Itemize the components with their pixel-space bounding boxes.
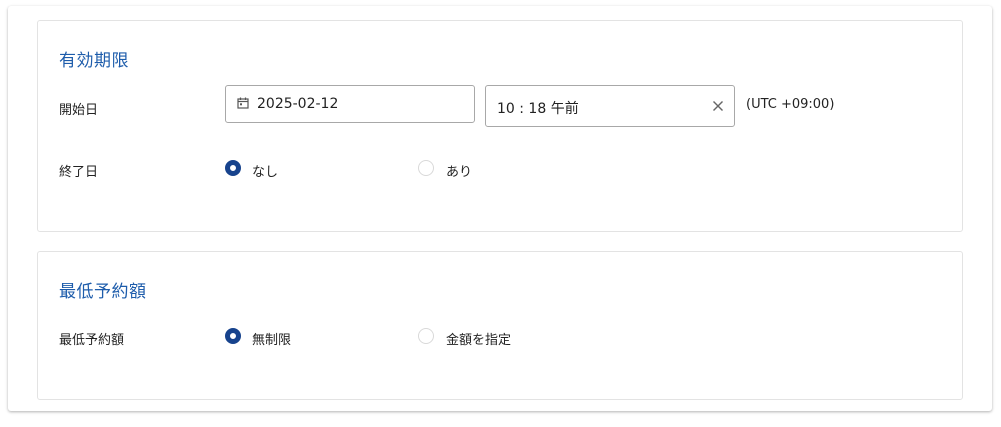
validity-title: 有効期限 xyxy=(59,51,129,71)
specify-amount-label[interactable]: 金額を指定 xyxy=(446,329,511,348)
start-date-value: 2025-02-12 xyxy=(257,96,339,112)
start-time-value: 10 : 18 午前 xyxy=(497,101,579,117)
settings-panel: 有効期限 開始日 2025-02-12 10 : 18 午前 (UTC +09:… xyxy=(8,6,992,411)
specify-amount-radio[interactable] xyxy=(418,328,434,344)
calendar-icon xyxy=(237,97,249,109)
validity-section: 有効期限 開始日 2025-02-12 10 : 18 午前 (UTC +09:… xyxy=(37,20,963,232)
timezone-label: (UTC +09:00) xyxy=(746,97,835,112)
unlimited-label[interactable]: 無制限 xyxy=(252,329,291,348)
start-date-label: 開始日 xyxy=(59,103,99,118)
end-date-label: 終了日 xyxy=(59,165,99,180)
end-date-none-label[interactable]: なし xyxy=(252,161,278,180)
min-amount-label: 最低予約額 xyxy=(59,333,125,348)
min-amount-section: 最低予約額 最低予約額 無制限 金額を指定 xyxy=(37,251,963,400)
end-date-set-label[interactable]: あり xyxy=(446,161,472,180)
start-time-input[interactable]: 10 : 18 午前 xyxy=(485,85,735,127)
start-date-input[interactable]: 2025-02-12 xyxy=(225,85,475,123)
unlimited-radio[interactable] xyxy=(225,328,241,344)
end-date-set-radio[interactable] xyxy=(418,160,434,176)
close-icon[interactable] xyxy=(711,99,725,113)
min-amount-title: 最低予約額 xyxy=(59,282,147,302)
end-date-none-radio[interactable] xyxy=(225,160,241,176)
